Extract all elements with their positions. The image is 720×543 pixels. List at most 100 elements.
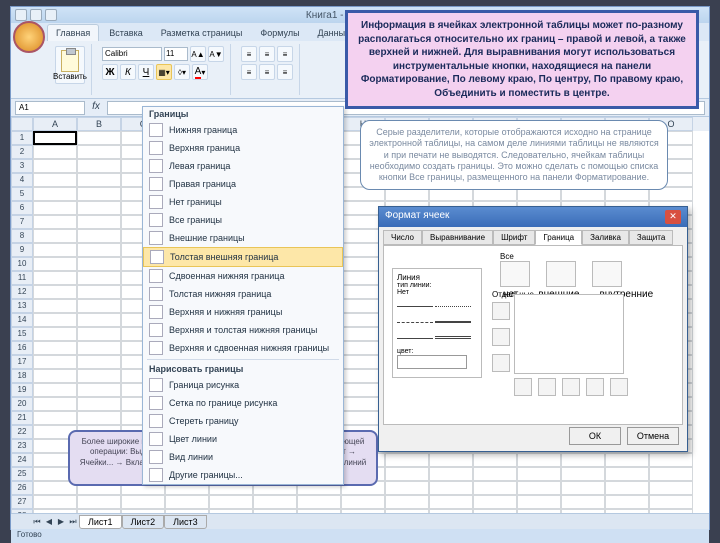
align-right-icon[interactable]: ≡: [277, 64, 293, 80]
border-menu-item[interactable]: Внешние границы: [143, 229, 343, 247]
cell[interactable]: [77, 383, 121, 397]
line-style-option[interactable]: [397, 299, 433, 307]
row-header[interactable]: 21: [11, 411, 33, 425]
cell[interactable]: [33, 285, 77, 299]
cell[interactable]: [33, 369, 77, 383]
cell[interactable]: [517, 495, 561, 509]
line-style-option[interactable]: [397, 331, 433, 339]
cell[interactable]: [605, 495, 649, 509]
cell[interactable]: [297, 495, 341, 509]
undo-icon[interactable]: [30, 9, 42, 21]
cell[interactable]: [561, 467, 605, 481]
border-bottom-button[interactable]: [492, 354, 510, 372]
border-menu-item[interactable]: Нет границы: [143, 193, 343, 211]
cell[interactable]: [77, 369, 121, 383]
row-header[interactable]: 24: [11, 453, 33, 467]
cell[interactable]: [649, 467, 693, 481]
cell[interactable]: [385, 467, 429, 481]
cell[interactable]: [385, 509, 429, 513]
border-left-button[interactable]: [538, 378, 556, 396]
row-header[interactable]: 1: [11, 131, 33, 145]
cell[interactable]: [121, 509, 165, 513]
paste-button[interactable]: Вставить: [55, 46, 85, 84]
border-menu-item[interactable]: Левая граница: [143, 157, 343, 175]
bold-button[interactable]: Ж: [102, 64, 118, 80]
cell[interactable]: [33, 173, 77, 187]
line-style-option[interactable]: [435, 315, 471, 323]
sheet-tab-2[interactable]: Лист2: [122, 515, 165, 529]
cell[interactable]: [77, 229, 121, 243]
align-bottom-icon[interactable]: ≡: [277, 46, 293, 62]
border-menu-item[interactable]: Другие границы...: [143, 466, 343, 484]
cell[interactable]: [429, 467, 473, 481]
row-header[interactable]: 16: [11, 341, 33, 355]
border-mid-v-button[interactable]: [562, 378, 580, 396]
border-menu-item[interactable]: Верхняя и толстая нижняя границы: [143, 321, 343, 339]
tab-home[interactable]: Главная: [47, 24, 99, 41]
cell[interactable]: [517, 481, 561, 495]
border-menu-item[interactable]: Сдвоенная нижняя граница: [143, 267, 343, 285]
cell[interactable]: [33, 243, 77, 257]
dlg-tab-protect[interactable]: Защита: [629, 230, 673, 245]
cell[interactable]: [649, 509, 693, 513]
dlg-tab-number[interactable]: Число: [383, 230, 422, 245]
row-header[interactable]: 3: [11, 159, 33, 173]
border-diag2-button[interactable]: [610, 378, 628, 396]
line-style-option[interactable]: [435, 331, 471, 339]
cell[interactable]: [429, 495, 473, 509]
cell[interactable]: [605, 509, 649, 513]
dlg-tab-border[interactable]: Граница: [535, 230, 582, 245]
cell[interactable]: [121, 495, 165, 509]
row-header[interactable]: 19: [11, 383, 33, 397]
sheet-tab-3[interactable]: Лист3: [164, 515, 207, 529]
dlg-tab-fill[interactable]: Заливка: [582, 230, 629, 245]
sheet-tab-1[interactable]: Лист1: [79, 515, 122, 529]
cell[interactable]: [385, 495, 429, 509]
next-sheet-icon[interactable]: ▶: [55, 516, 67, 528]
cell[interactable]: [77, 341, 121, 355]
preset-none[interactable]: [500, 261, 530, 287]
cell[interactable]: [77, 327, 121, 341]
cell[interactable]: [33, 257, 77, 271]
cell[interactable]: [77, 257, 121, 271]
cell[interactable]: [517, 467, 561, 481]
row-header[interactable]: 5: [11, 187, 33, 201]
border-mid-h-button[interactable]: [492, 328, 510, 346]
row-header[interactable]: 20: [11, 397, 33, 411]
line-style-option[interactable]: [435, 299, 471, 307]
tab-formulas[interactable]: Формулы: [252, 25, 307, 41]
dlg-tab-align[interactable]: Выравнивание: [422, 230, 493, 245]
row-header[interactable]: 28: [11, 509, 33, 513]
cell[interactable]: [33, 313, 77, 327]
cell[interactable]: [33, 145, 77, 159]
cell[interactable]: [33, 201, 77, 215]
cell[interactable]: [605, 467, 649, 481]
cell[interactable]: [561, 481, 605, 495]
save-icon[interactable]: [15, 9, 27, 21]
redo-icon[interactable]: [45, 9, 57, 21]
fx-icon[interactable]: fx: [89, 101, 103, 115]
border-menu-item[interactable]: Нижняя граница: [143, 121, 343, 139]
name-box[interactable]: A1: [15, 101, 85, 115]
border-menu-item[interactable]: Толстая внешняя граница: [143, 247, 343, 267]
cell[interactable]: [165, 509, 209, 513]
cell[interactable]: [33, 495, 77, 509]
cell[interactable]: [649, 481, 693, 495]
cell[interactable]: [77, 173, 121, 187]
border-right-button[interactable]: [586, 378, 604, 396]
cell[interactable]: [33, 187, 77, 201]
office-button[interactable]: [13, 21, 45, 53]
align-center-icon[interactable]: ≡: [259, 64, 275, 80]
row-header[interactable]: 14: [11, 313, 33, 327]
cell[interactable]: [517, 509, 561, 513]
cell[interactable]: [561, 495, 605, 509]
cell[interactable]: [473, 481, 517, 495]
borders-button[interactable]: ▦▾: [156, 64, 172, 80]
preset-outline[interactable]: [546, 261, 576, 287]
cell[interactable]: [77, 145, 121, 159]
cell[interactable]: [77, 187, 121, 201]
cell[interactable]: [77, 509, 121, 513]
border-menu-item[interactable]: Верхняя и нижняя границы: [143, 303, 343, 321]
fill-color-button[interactable]: ◊▾: [174, 64, 190, 80]
cell[interactable]: [341, 509, 385, 513]
